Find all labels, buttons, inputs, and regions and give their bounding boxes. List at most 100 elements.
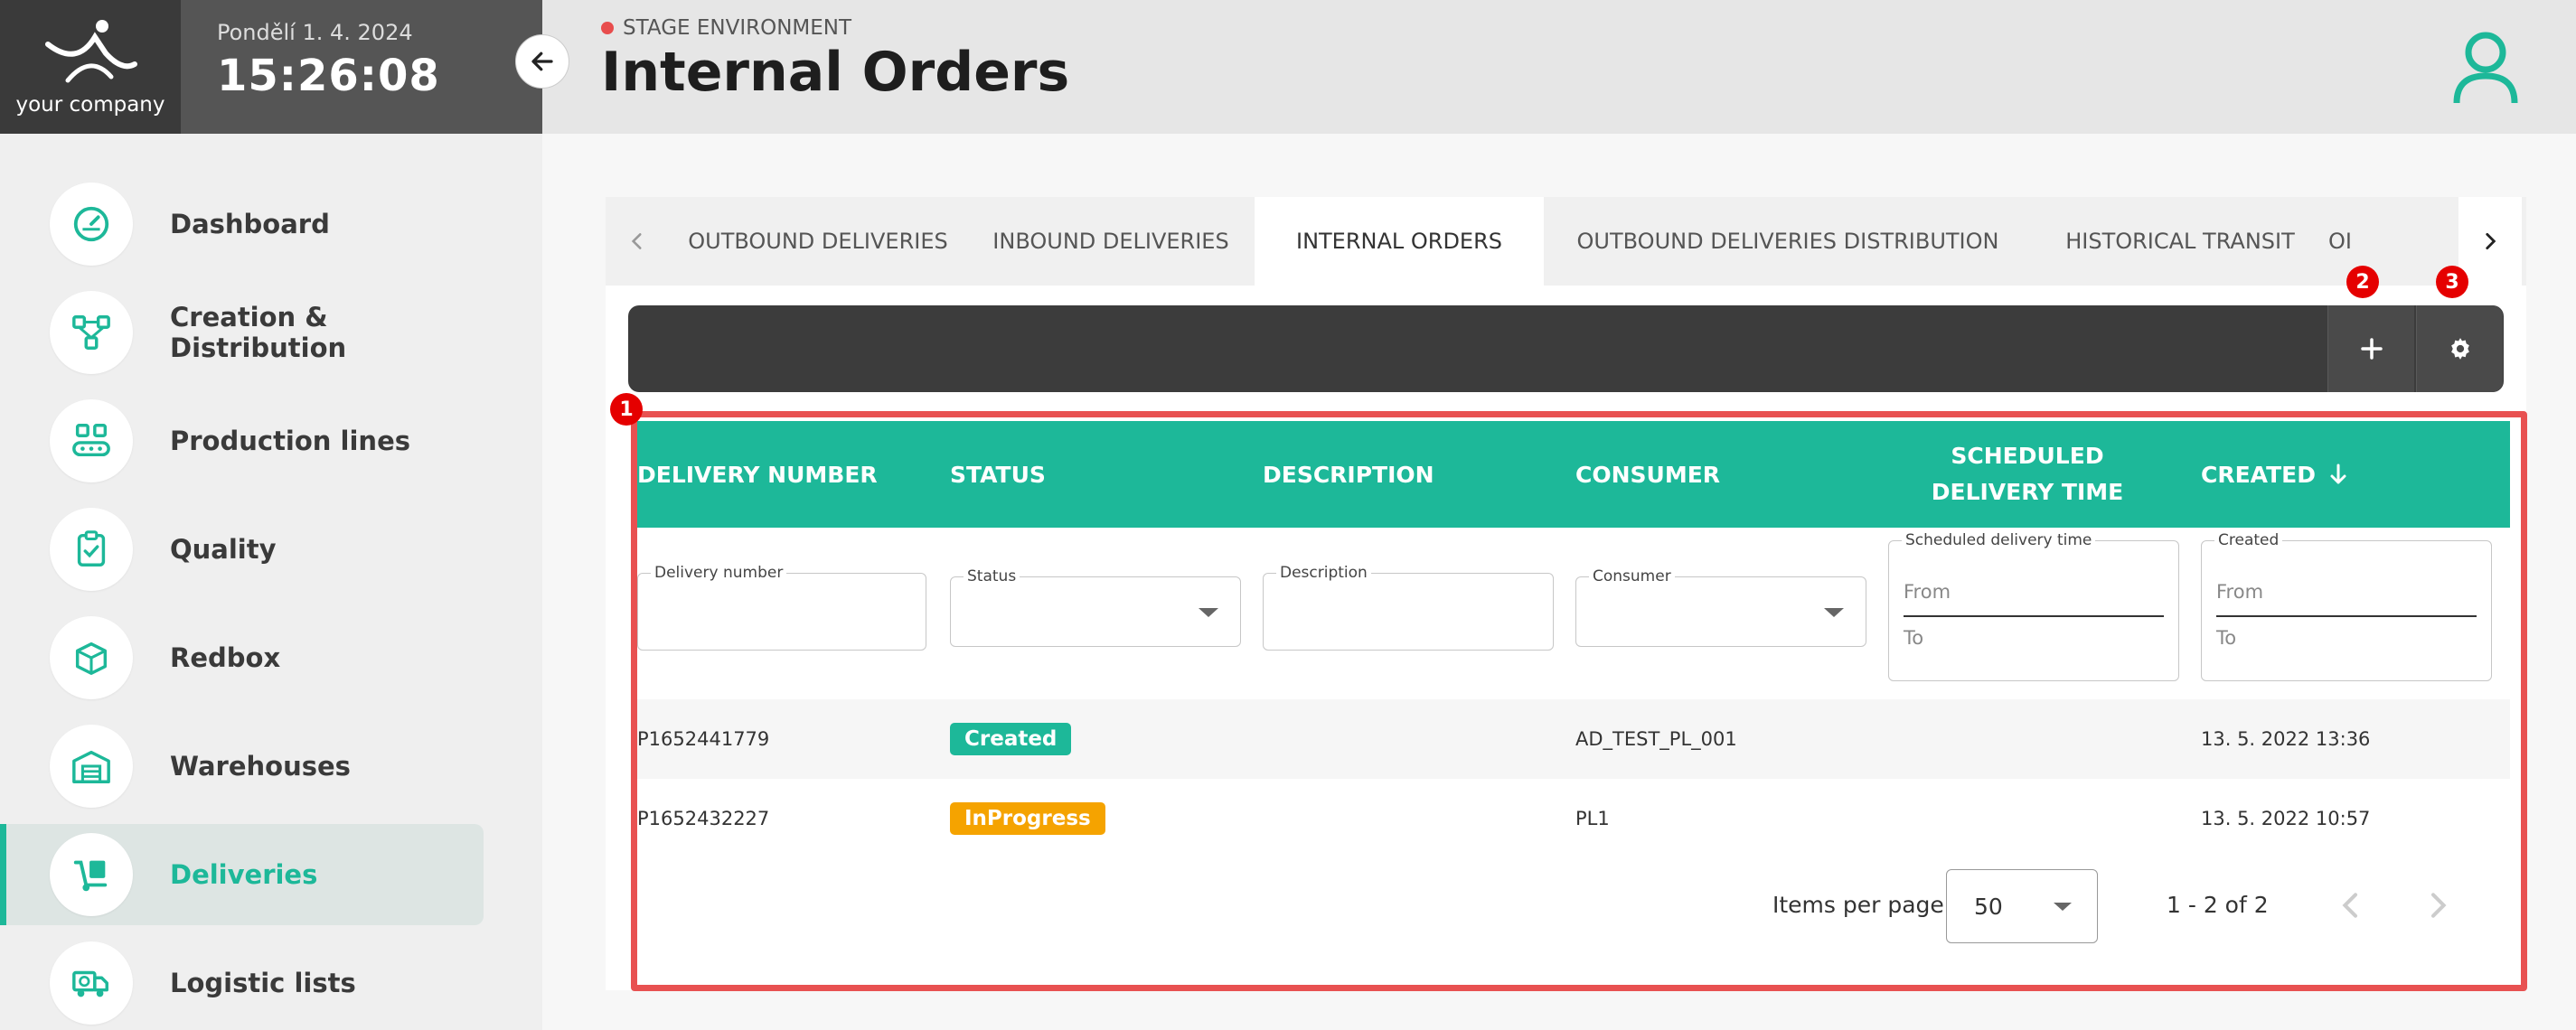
user-icon[interactable]: [2451, 31, 2520, 105]
box-icon: [75, 641, 108, 675]
cell-consumer: AD_TEST_PL_001: [1575, 728, 1737, 750]
created-to-input[interactable]: To: [2216, 627, 2236, 649]
annotation-marker-3: 3: [2436, 266, 2468, 298]
sidebar-item-label: Production lines: [170, 426, 410, 456]
tabs-scroll-left-button[interactable]: [606, 197, 669, 286]
tab-bar: OUTBOUND DELIVERIES INBOUND DELIVERIES I…: [606, 197, 2526, 286]
column-header-consumer[interactable]: CONSUMER: [1575, 421, 1883, 528]
brand-name: your company: [15, 93, 165, 117]
filter-label: Scheduled delivery time: [1902, 531, 2096, 549]
gear-icon: [2450, 338, 2469, 360]
cell-delivery-number: P1652441779: [637, 728, 770, 750]
sidebar-item-label: Logistic lists: [170, 968, 356, 998]
sidebar-item-logistic-lists[interactable]: Logistic lists: [0, 932, 484, 1030]
status-badge: InProgress: [950, 802, 1105, 835]
filter-label: Description: [1276, 564, 1371, 582]
clock-time: 15:26:08: [217, 51, 440, 101]
company-logo-icon: [45, 20, 137, 83]
sidebar-item-production-lines[interactable]: Production lines: [0, 390, 484, 492]
filter-label: Status: [964, 567, 1020, 585]
page-header: STAGE ENVIRONMENT Internal Orders: [542, 0, 2576, 134]
scheduled-to-input[interactable]: To: [1904, 627, 1923, 649]
chevron-down-icon: [2054, 903, 2072, 911]
column-header-description[interactable]: DESCRIPTION: [1263, 421, 1570, 528]
previous-page-button[interactable]: [2333, 887, 2369, 923]
clock-date: Pondělí 1. 4. 2024: [217, 20, 413, 45]
cell-delivery-number: P1652432227: [637, 808, 770, 829]
table-row[interactable]: P1652441779 Created AD_TEST_PL_001 13. 5…: [637, 699, 2510, 779]
sidebar-item-quality[interactable]: Quality: [0, 499, 484, 600]
scheduled-delivery-time-filter[interactable]: Scheduled delivery time From To: [1888, 531, 2179, 681]
sidebar-item-label: Creation & Distribution: [170, 302, 347, 363]
cell-created: 13. 5. 2022 10:57: [2201, 808, 2371, 829]
annotation-marker-2: 2: [2346, 266, 2379, 298]
sidebar-item-creation-distribution[interactable]: Creation & Distribution: [0, 282, 484, 383]
gauge-icon: [73, 206, 109, 242]
column-header-scheduled-delivery-time[interactable]: SCHEDULED DELIVERY TIME: [1888, 421, 2167, 528]
description-filter[interactable]: Description: [1263, 564, 1554, 651]
table-header: DELIVERY NUMBER STATUS DESCRIPTION CONSU…: [637, 421, 2510, 528]
delivery-truck-icon: [72, 970, 108, 997]
environment-label: STAGE ENVIRONMENT: [623, 16, 852, 40]
hand-truck-icon: [73, 860, 108, 892]
sidebar-item-warehouses[interactable]: Warehouses: [0, 716, 484, 817]
tab-outbound-deliveries-distribution[interactable]: OUTBOUND DELIVERIES DISTRIBUTION: [1544, 197, 2032, 286]
orders-table: DELIVERY NUMBER STATUS DESCRIPTION CONSU…: [631, 411, 2527, 991]
filter-label: Consumer: [1589, 567, 1675, 585]
tab-outbound-deliveries[interactable]: OUTBOUND DELIVERIES: [669, 197, 967, 286]
items-per-page-select[interactable]: 50: [1946, 869, 2098, 943]
page-range: 1 - 2 of 2: [2167, 892, 2269, 918]
sidebar: Dashboard Creation & Distribution Produc…: [0, 134, 542, 1030]
filter-label: Delivery number: [651, 564, 787, 582]
consumer-filter[interactable]: Consumer: [1575, 567, 1866, 647]
warehouse-icon: [72, 750, 110, 783]
add-button[interactable]: [2327, 305, 2414, 392]
sidebar-item-label: Deliveries: [170, 859, 318, 890]
status-badge: Created: [950, 723, 1072, 755]
table-row[interactable]: P1652432227 InProgress PL1 13. 5. 2022 1…: [637, 779, 2510, 858]
cell-consumer: PL1: [1575, 808, 1610, 829]
chevron-down-icon: [1824, 608, 1844, 617]
settings-button[interactable]: [2416, 305, 2503, 392]
clipboard-check-icon: [77, 530, 106, 566]
next-page-button[interactable]: [2420, 887, 2456, 923]
column-header-delivery-number[interactable]: DELIVERY NUMBER: [637, 421, 945, 528]
clock-panel: Pondělí 1. 4. 2024 15:26:08: [181, 0, 542, 134]
delivery-number-filter[interactable]: Delivery number: [637, 564, 926, 651]
collapse-sidebar-button[interactable]: [515, 34, 569, 89]
tab-inbound-deliveries[interactable]: INBOUND DELIVERIES: [967, 197, 1255, 286]
column-header-created[interactable]: CREATED: [2201, 421, 2508, 528]
scheduled-from-input[interactable]: From: [1904, 581, 1951, 603]
items-per-page-value: 50: [1974, 893, 2003, 920]
sidebar-item-label: Redbox: [170, 642, 281, 673]
annotation-marker-1: 1: [610, 393, 643, 426]
page-title: Internal Orders: [601, 41, 1070, 104]
table-toolbar: [628, 305, 2504, 392]
chevron-left-icon: [631, 233, 642, 249]
sidebar-item-label: Warehouses: [170, 751, 351, 782]
column-header-status[interactable]: STATUS: [950, 421, 1257, 528]
network-icon: [72, 315, 110, 350]
column-header-created-label: CREATED: [2201, 461, 2316, 488]
created-filter[interactable]: Created From To: [2201, 531, 2492, 681]
filter-label: Created: [2214, 531, 2283, 549]
sidebar-item-redbox[interactable]: Redbox: [0, 607, 484, 708]
items-per-page-label: Items per page: [1772, 892, 1944, 918]
tab-internal-orders[interactable]: INTERNAL ORDERS: [1255, 197, 1544, 286]
sidebar-item-deliveries[interactable]: Deliveries: [0, 824, 484, 925]
created-from-input[interactable]: From: [2216, 581, 2263, 603]
chevron-down-icon: [1199, 608, 1218, 617]
sort-descending-icon: [2330, 464, 2346, 484]
company-logo[interactable]: your company: [0, 0, 181, 134]
cell-created: 13. 5. 2022 13:36: [2201, 728, 2371, 750]
status-filter[interactable]: Status: [950, 567, 1241, 647]
tabs-scroll-right-button[interactable]: [2458, 197, 2522, 286]
conveyor-icon: [72, 424, 110, 457]
environment-dot-icon: [601, 22, 614, 34]
sidebar-item-dashboard[interactable]: Dashboard: [0, 173, 484, 275]
sidebar-item-label: Quality: [170, 534, 277, 565]
sidebar-item-label: Dashboard: [170, 209, 330, 239]
chevron-right-icon: [2486, 233, 2496, 249]
environment-indicator: STAGE ENVIRONMENT: [601, 16, 851, 40]
tab-historical-transit[interactable]: HISTORICAL TRANSIT: [2032, 197, 2328, 286]
